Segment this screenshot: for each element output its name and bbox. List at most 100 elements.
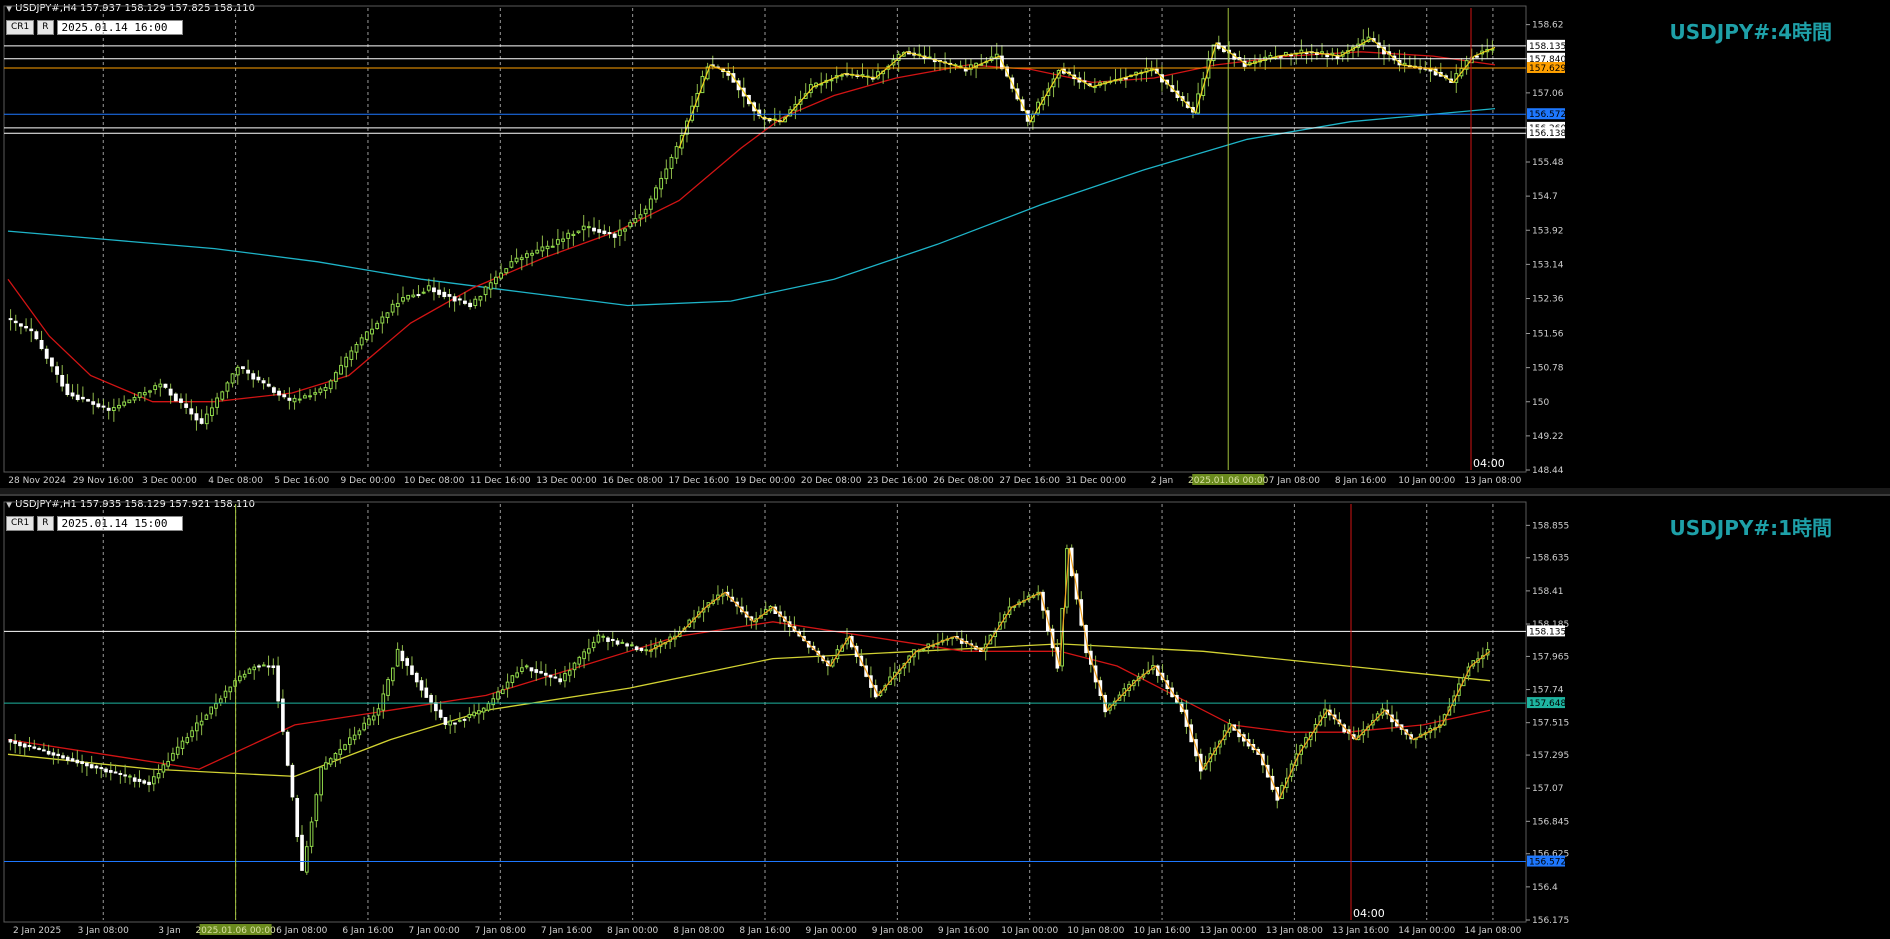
- h4-candle: [576, 230, 581, 234]
- h4-candle: [442, 291, 447, 298]
- h4-candle: [225, 382, 230, 392]
- h4-candle: [612, 233, 617, 238]
- h4-candle: [282, 394, 287, 398]
- h4-candle: [540, 246, 545, 252]
- h1-candle: [281, 698, 285, 732]
- h1-candle: [156, 772, 161, 779]
- h1-candle: [610, 638, 615, 641]
- h1-candle: [376, 708, 381, 716]
- h4-ma-short-line: [7, 51, 1496, 403]
- h1-candle: [223, 690, 228, 698]
- h4-candle: [416, 294, 421, 297]
- h4-candle: [370, 328, 374, 335]
- h1-candle: [70, 758, 75, 762]
- h4-x-tick-label: 17 Dec 16:00: [669, 476, 730, 486]
- h4-price-level-label: 157.629: [1529, 64, 1566, 74]
- h4-candle: [132, 397, 137, 401]
- h1-candle: [558, 678, 562, 683]
- h4-y-tick-label: 150: [1532, 398, 1549, 408]
- h4-candle: [122, 401, 127, 406]
- h4-ma-long-line: [7, 107, 1496, 307]
- h1-candle: [400, 650, 405, 662]
- h4-chart-canvas[interactable]: 28 Nov 2024 29 Nov 16:00 3 Dec 00:00 4 Dec …: [0, 0, 1890, 488]
- h4-candle: [168, 388, 173, 396]
- h4-candle: [550, 245, 555, 248]
- h1-candle: [472, 711, 476, 717]
- h4-candle: [210, 407, 214, 416]
- h4-chart-panel[interactable]: ▼ USDJPY#,H4 157.937 158.129 157.825 158.…: [0, 0, 1890, 488]
- h1-zigzag-line: [648, 548, 1491, 801]
- h4-candle: [628, 222, 633, 228]
- h1-price-level-label: 158.135: [1529, 627, 1566, 637]
- h1-candle: [123, 774, 127, 777]
- h1-y-tick-label: 156.845: [1532, 817, 1569, 827]
- h4-candle: [468, 302, 473, 308]
- h4-x-tick-label: 5 Dec 16:00: [274, 476, 329, 486]
- h1-candle: [204, 714, 209, 720]
- h4-candle: [623, 228, 627, 232]
- h1-chart-canvas[interactable]: 2 Jan 2025 3 Jan 08:00 3 Jan 2025.01.06 00:…: [0, 496, 1890, 937]
- h4-candle: [483, 286, 488, 296]
- h1-candle: [132, 777, 137, 782]
- h4-candle: [457, 298, 462, 301]
- h4-candle: [44, 348, 49, 359]
- h1-candle: [94, 765, 99, 769]
- h4-y-tick-label: 153.92: [1532, 226, 1564, 236]
- h1-candle: [534, 669, 539, 673]
- h1-candle: [386, 679, 390, 696]
- h4-cursor-time-label: 04:00: [1473, 457, 1505, 470]
- h1-candle: [567, 670, 572, 676]
- h1-candle: [381, 693, 386, 711]
- h4-candle: [411, 294, 416, 298]
- h4-candle: [8, 318, 13, 321]
- h4-candle: [349, 350, 354, 360]
- h1-candle: [314, 794, 319, 822]
- h1-candle: [266, 665, 271, 668]
- h1-cursor-time-label: 04:00: [1353, 907, 1385, 920]
- h1-candle: [324, 762, 328, 770]
- h1-candle: [261, 664, 266, 667]
- h4-candle: [235, 366, 240, 376]
- h4-price-level-label: 156.138: [1529, 129, 1566, 139]
- h4-x-tick-label: 9 Dec 00:00: [341, 476, 396, 486]
- h1-candle: [285, 731, 290, 766]
- h1-candle: [582, 651, 586, 660]
- h1-candle: [271, 665, 276, 669]
- h4-candle: [241, 366, 245, 370]
- h1-candle: [496, 691, 500, 700]
- h4-x-tick-label: 2 Jan: [1151, 476, 1173, 486]
- h4-candle: [555, 239, 560, 245]
- h1-x-tick-label: 9 Jan 00:00: [806, 926, 858, 936]
- h4-candle: [328, 380, 333, 390]
- h1-x-tick-label: 7 Jan 08:00: [475, 926, 527, 936]
- h4-candle: [535, 249, 540, 254]
- h1-candle: [276, 665, 280, 702]
- h4-candle: [29, 328, 34, 332]
- h1-candle: [395, 648, 400, 667]
- h4-candle: [488, 282, 493, 290]
- h4-candle: [55, 366, 59, 375]
- h1-candle: [477, 710, 481, 715]
- h4-candle: [189, 408, 194, 415]
- h1-candle: [238, 675, 242, 682]
- h1-chart-panel[interactable]: ▼ USDJPY#,H1 157.935 158.129 157.921 158.…: [0, 494, 1890, 939]
- h1-x-tick-label: 9 Jan 16:00: [938, 926, 990, 936]
- h1-candle: [166, 760, 170, 767]
- h4-candle: [380, 316, 385, 324]
- h4-candles: [8, 27, 1495, 431]
- h4-candle: [49, 357, 54, 367]
- h4-candle: [401, 297, 405, 302]
- h4-candle: [308, 395, 312, 398]
- h1-candle: [410, 665, 414, 675]
- h4-candle: [437, 289, 442, 295]
- h1-candle: [644, 649, 649, 652]
- h4-candle: [426, 285, 431, 291]
- h1-candle: [171, 752, 175, 761]
- h1-candle: [319, 766, 323, 796]
- h1-y-tick-label: 157.965: [1532, 652, 1569, 662]
- h1-candle: [625, 643, 629, 647]
- h1-candle: [639, 647, 644, 651]
- h1-candle: [343, 744, 347, 750]
- h4-candle: [302, 395, 307, 399]
- h4-candle: [256, 376, 261, 381]
